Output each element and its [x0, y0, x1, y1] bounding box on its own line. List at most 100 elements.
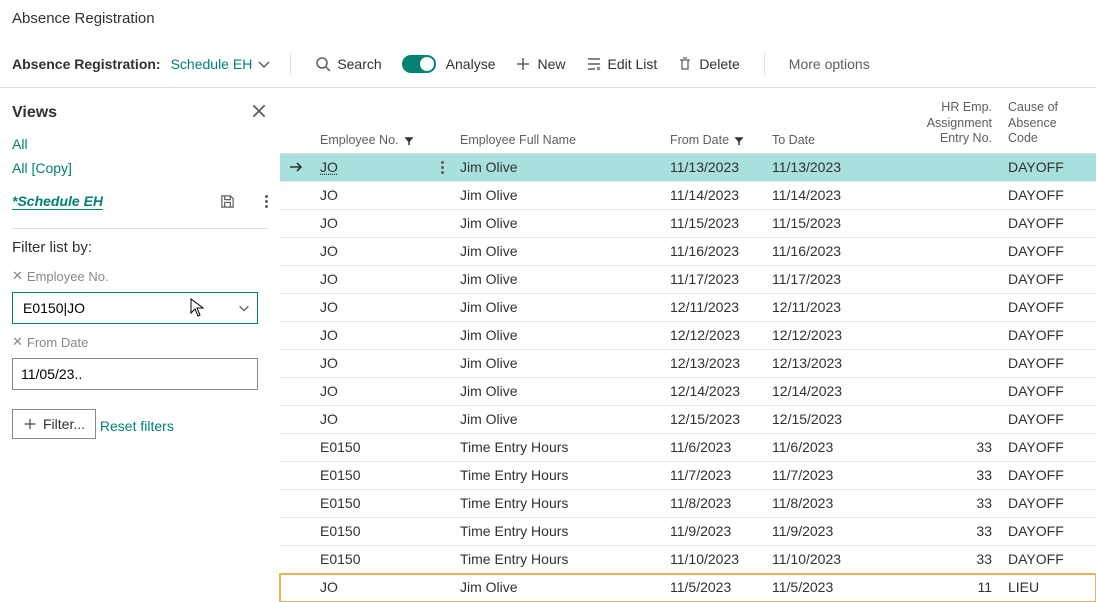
table-row[interactable]: JOJim Olive11/15/202311/15/2023DAYOFF: [280, 210, 1096, 238]
delete-button[interactable]: Delete: [671, 52, 745, 76]
add-filter-button[interactable]: Filter...: [12, 409, 96, 439]
close-icon: [250, 102, 268, 120]
view-schedule-eh[interactable]: *Schedule EH: [12, 193, 103, 210]
edit-list-icon: [586, 56, 602, 72]
cell-from-date: 12/13/2023: [662, 355, 764, 371]
header-to-date[interactable]: To Date: [764, 133, 866, 147]
table-row[interactable]: E0150Time Entry Hours11/6/202311/6/20233…: [280, 434, 1096, 462]
cell-employee-no[interactable]: E0150: [312, 551, 452, 567]
cell-employee-no[interactable]: JO: [312, 271, 452, 287]
cell-employee-no[interactable]: JO: [312, 187, 452, 203]
reset-filters-link[interactable]: Reset filters: [100, 418, 174, 434]
cell-to-date: 12/11/2023: [764, 299, 866, 315]
employee-no-combobox[interactable]: [12, 292, 258, 324]
cell-employee-no[interactable]: E0150: [312, 439, 452, 455]
view-dropdown[interactable]: Schedule EH: [171, 56, 273, 72]
cell-employee-no[interactable]: E0150: [312, 495, 452, 511]
cell-from-date: 11/10/2023: [662, 551, 764, 567]
header-cause-code[interactable]: Cause of Absence Code: [1000, 100, 1090, 147]
cell-from-date: 11/7/2023: [662, 467, 764, 483]
header-full-name[interactable]: Employee Full Name: [452, 133, 662, 147]
cell-full-name: Jim Olive: [452, 383, 662, 399]
table-row[interactable]: JOJim Olive11/13/202311/13/2023DAYOFF: [280, 154, 1096, 182]
table-row[interactable]: E0150Time Entry Hours11/10/202311/10/202…: [280, 546, 1096, 574]
analyse-toggle[interactable]: Analyse: [396, 51, 502, 77]
cell-employee-no[interactable]: JO: [312, 327, 452, 343]
cell-employee-no[interactable]: JO: [312, 243, 452, 259]
cell-full-name: Jim Olive: [452, 187, 662, 203]
remove-filter-employee-no[interactable]: ✕: [12, 268, 23, 284]
cell-cause-code: DAYOFF: [1000, 355, 1090, 371]
cell-to-date: 11/5/2023: [764, 579, 866, 595]
cell-full-name: Jim Olive: [452, 271, 662, 287]
cell-employee-no[interactable]: E0150: [312, 467, 452, 483]
cell-from-date: 12/11/2023: [662, 299, 764, 315]
table-row[interactable]: JOJim Olive12/14/202312/14/2023DAYOFF: [280, 378, 1096, 406]
cell-cause-code: DAYOFF: [1000, 327, 1090, 343]
chevron-down-icon: [237, 301, 251, 315]
search-button[interactable]: Search: [309, 52, 387, 76]
cell-employee-no[interactable]: JO: [312, 159, 452, 175]
cell-assignment-entry: 33: [920, 551, 1000, 567]
cell-full-name: Time Entry Hours: [452, 523, 662, 539]
cell-from-date: 11/13/2023: [662, 159, 764, 175]
cell-cause-code: DAYOFF: [1000, 551, 1090, 567]
cell-cause-code: LIEU: [1000, 579, 1090, 595]
table-row[interactable]: JOJim Olive12/11/202312/11/2023DAYOFF: [280, 294, 1096, 322]
table-row[interactable]: JOJim Olive11/16/202311/16/2023DAYOFF: [280, 238, 1096, 266]
cell-full-name: Time Entry Hours: [452, 467, 662, 483]
filter-field-from-date: ✕ From Date: [12, 334, 88, 350]
table-row[interactable]: JOJim Olive11/5/202311/5/202311LIEU: [280, 574, 1096, 602]
trash-icon: [677, 56, 693, 72]
edit-list-button[interactable]: Edit List: [580, 52, 664, 76]
table-row[interactable]: JOJim Olive11/14/202311/14/2023DAYOFF: [280, 182, 1096, 210]
header-assignment-label: HR Emp. Assignment Entry No.: [927, 100, 992, 147]
view-all-copy[interactable]: All [Copy]: [12, 156, 268, 180]
row-marker: [280, 159, 312, 175]
cell-full-name: Time Entry Hours: [452, 495, 662, 511]
save-view-button[interactable]: [214, 188, 240, 214]
cell-full-name: Jim Olive: [452, 159, 662, 175]
cell-assignment-entry: 33: [920, 523, 1000, 539]
from-date-filter-label: From Date: [27, 335, 88, 350]
cell-from-date: 11/16/2023: [662, 243, 764, 259]
employee-no-input[interactable]: [21, 299, 249, 317]
chevron-down-icon: [256, 56, 272, 72]
table-row[interactable]: E0150Time Entry Hours11/8/202311/8/20233…: [280, 490, 1096, 518]
cell-to-date: 11/8/2023: [764, 495, 866, 511]
cell-from-date: 11/9/2023: [662, 523, 764, 539]
cell-employee-no[interactable]: JO: [312, 383, 452, 399]
more-options-button[interactable]: More options: [783, 52, 876, 76]
header-employee-no[interactable]: Employee No.: [312, 133, 452, 147]
arrow-right-icon: [288, 159, 304, 175]
table-row[interactable]: E0150Time Entry Hours11/7/202311/7/20233…: [280, 462, 1096, 490]
cell-employee-no[interactable]: JO: [312, 215, 452, 231]
cell-cause-code: DAYOFF: [1000, 495, 1090, 511]
table-row[interactable]: E0150Time Entry Hours11/9/202311/9/20233…: [280, 518, 1096, 546]
cell-employee-no[interactable]: JO: [312, 355, 452, 371]
toggle-icon: [402, 55, 436, 73]
row-menu-button[interactable]: [441, 161, 444, 174]
cell-employee-no[interactable]: E0150: [312, 523, 452, 539]
table-row[interactable]: JOJim Olive12/12/202312/12/2023DAYOFF: [280, 322, 1096, 350]
header-from-date[interactable]: From Date: [662, 133, 764, 147]
table-row[interactable]: JOJim Olive11/17/202311/17/2023DAYOFF: [280, 266, 1096, 294]
cell-full-name: Jim Olive: [452, 355, 662, 371]
view-all[interactable]: All: [12, 132, 268, 156]
cell-employee-no[interactable]: JO: [312, 299, 452, 315]
table-row[interactable]: JOJim Olive12/13/202312/13/2023DAYOFF: [280, 350, 1096, 378]
cell-to-date: 12/15/2023: [764, 411, 866, 427]
cell-assignment-entry: 33: [920, 495, 1000, 511]
cell-cause-code: DAYOFF: [1000, 187, 1090, 203]
view-menu-button[interactable]: [242, 188, 268, 214]
header-employee-no-label: Employee No.: [320, 133, 399, 147]
header-assignment-entry[interactable]: HR Emp. Assignment Entry No.: [920, 100, 1000, 147]
table-row[interactable]: JOJim Olive12/15/202312/15/2023DAYOFF: [280, 406, 1096, 434]
close-filter-pane-button[interactable]: [250, 102, 268, 124]
from-date-input[interactable]: [12, 358, 258, 390]
remove-filter-from-date[interactable]: ✕: [12, 334, 23, 350]
delete-label: Delete: [699, 56, 739, 72]
cell-employee-no[interactable]: JO: [312, 411, 452, 427]
new-button[interactable]: New: [509, 52, 571, 76]
cell-employee-no[interactable]: JO: [312, 579, 452, 595]
